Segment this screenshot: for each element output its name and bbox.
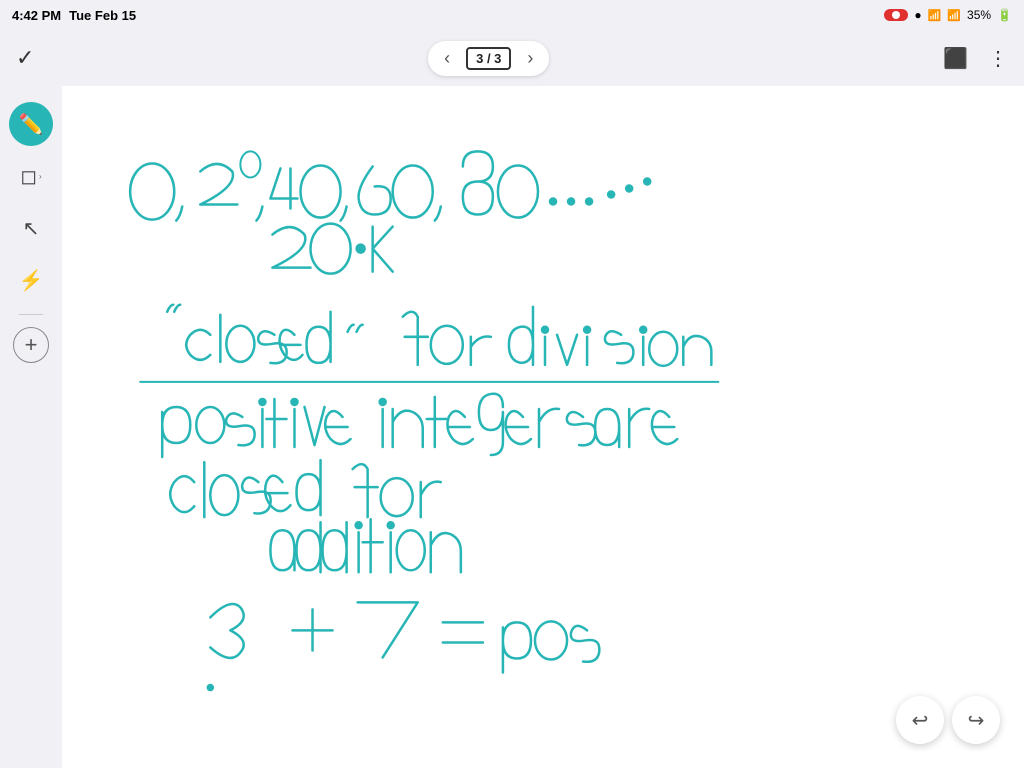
status-left: 4:42 PM Tue Feb 15 [12, 8, 136, 23]
pen-icon: ✏️ [19, 112, 44, 137]
undo-button[interactable]: ↩ [896, 696, 944, 744]
page-indicator[interactable]: 3 / 3 [466, 47, 511, 70]
undo-icon: ↩ [912, 708, 929, 733]
add-tool-button[interactable]: + [13, 327, 49, 363]
status-right: ● 📶 📶 35% 🔋 [884, 8, 1012, 22]
wifi-icon: 📶 [928, 9, 942, 22]
pen-tool-button[interactable]: ✏️ [9, 102, 53, 146]
eraser-icon: ◻ [20, 164, 37, 189]
redo-button[interactable]: ↪ [952, 696, 1000, 744]
date-display: Tue Feb 15 [69, 8, 136, 23]
select-icon: ↖ [23, 216, 40, 241]
cast-icon[interactable]: ⬛ [943, 46, 968, 71]
next-page-button[interactable]: › [527, 48, 533, 69]
signal-icon: 📶 [947, 9, 961, 22]
select-tool-button[interactable]: ↖ [9, 206, 53, 250]
status-bar: 4:42 PM Tue Feb 15 ● 📶 📶 35% 🔋 [0, 0, 1024, 30]
nav-bar: ✓ ‹ 3 / 3 › ⬛ ⋮ [0, 30, 1024, 86]
prev-page-button[interactable]: ‹ [444, 48, 450, 69]
nav-right-icons: ⬛ ⋮ [943, 46, 1008, 71]
canvas-svg [62, 86, 1024, 768]
battery-icon: 🔋 [997, 8, 1012, 22]
record-button[interactable] [884, 9, 908, 21]
eraser-arrow: › [39, 172, 42, 181]
dot-separator: ● [914, 8, 921, 22]
add-icon: + [25, 332, 38, 358]
time-display: 4:42 PM [12, 8, 61, 23]
battery-display: 35% [967, 8, 991, 22]
bottom-controls: ↩ ↪ [896, 696, 1000, 744]
toolbar-separator [19, 314, 43, 315]
eraser-tool-button[interactable]: ◻ › [9, 154, 53, 198]
more-options-icon[interactable]: ⋮ [988, 46, 1008, 71]
check-button[interactable]: ✓ [16, 45, 34, 71]
record-dot [892, 11, 900, 19]
canvas-area[interactable] [62, 86, 1024, 768]
highlighter-icon: ⚡ [19, 268, 44, 293]
left-toolbar: ✏️ ◻ › ↖ ⚡ + [0, 86, 62, 768]
page-control: ‹ 3 / 3 › [428, 41, 549, 76]
redo-icon: ↪ [968, 708, 985, 733]
highlighter-tool-button[interactable]: ⚡ [9, 258, 53, 302]
